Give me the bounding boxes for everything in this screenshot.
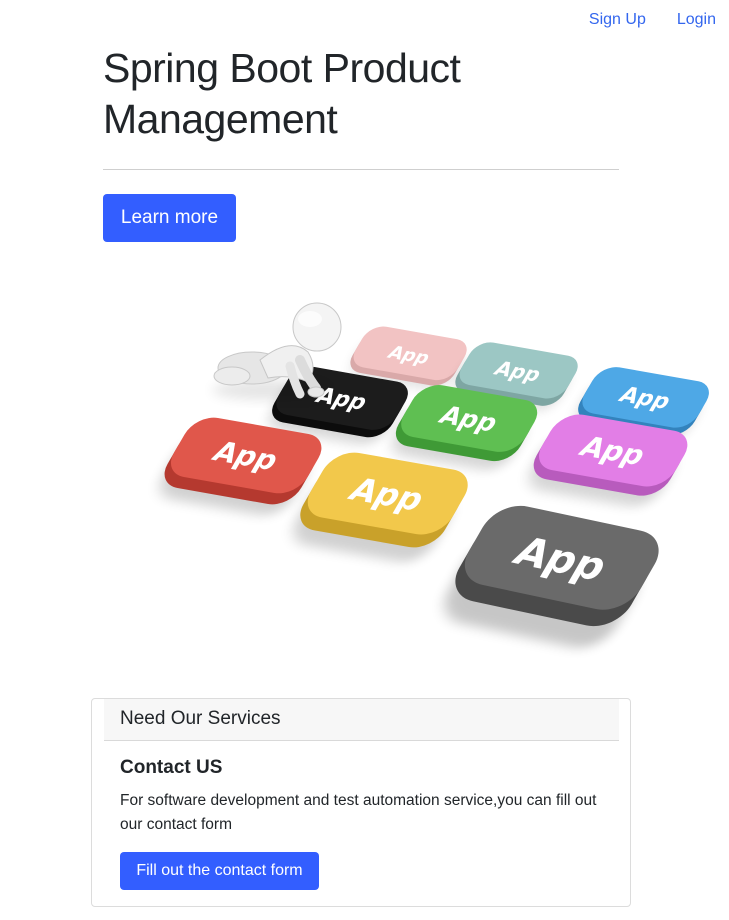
services-card: Need Our Services Contact US For softwar… — [91, 698, 631, 907]
contact-form-button[interactable]: Fill out the contact form — [120, 852, 319, 890]
app-tiles-illustration: App App App App App App App App App — [160, 302, 709, 648]
signup-link[interactable]: Sign Up — [589, 10, 646, 30]
card-header-text: Need Our Services — [120, 708, 281, 729]
login-link[interactable]: Login — [677, 10, 716, 30]
hero-divider — [103, 169, 619, 170]
page-title: Spring Boot Product Management — [103, 45, 461, 142]
card-title: Contact US — [120, 757, 223, 778]
top-nav: Sign Up Login — [589, 10, 716, 30]
card-text: For software development and test automa… — [120, 792, 597, 833]
card-header: Need Our Services — [104, 699, 619, 741]
learn-more-button[interactable]: Learn more — [103, 194, 236, 242]
